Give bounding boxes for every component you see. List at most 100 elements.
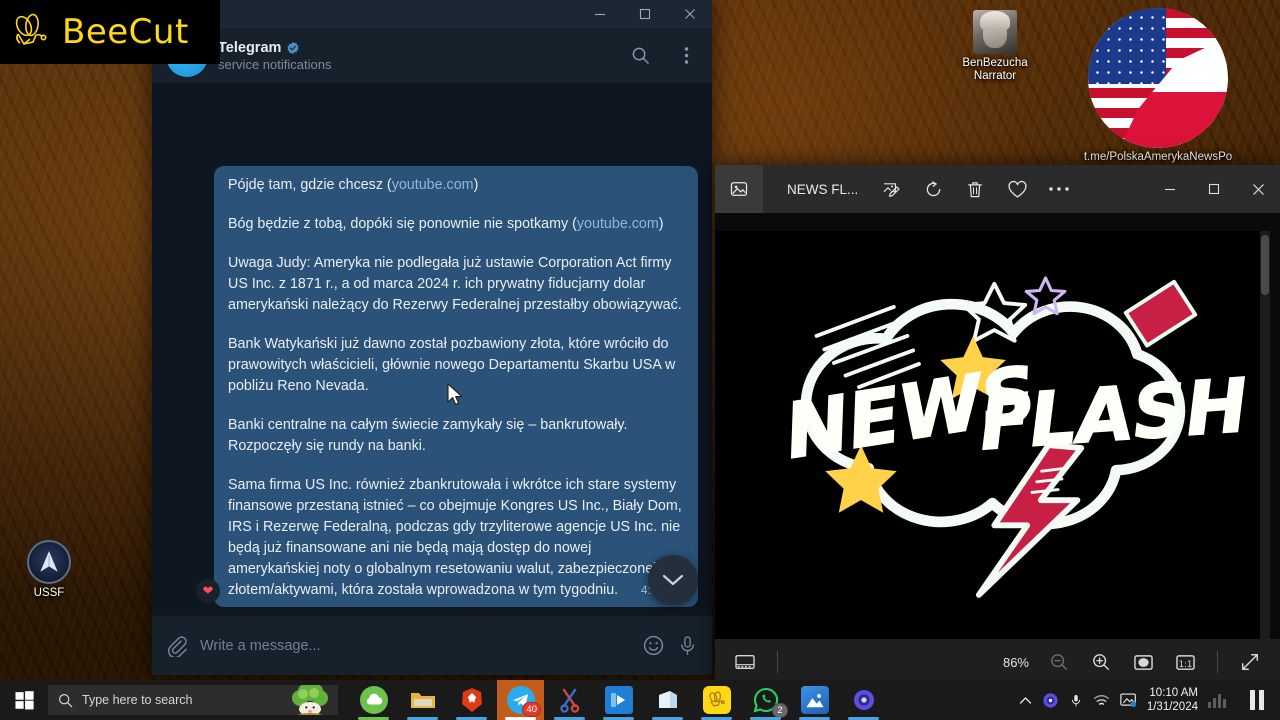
microphone-icon: [1071, 694, 1080, 707]
chat-subtitle: service notifications: [218, 56, 332, 72]
telegram-message-list[interactable]: Pójdę tam, gdzie chcesz (youtube.com) Bó…: [152, 84, 712, 615]
tray-icon-microphone[interactable]: [1069, 692, 1083, 709]
voice-message-button[interactable]: [677, 634, 698, 657]
more-options-button[interactable]: [1042, 172, 1076, 206]
photos-minimize-button[interactable]: [1148, 165, 1192, 213]
chat-search-button[interactable]: [622, 38, 658, 74]
taskbar-item-snipping-tool[interactable]: [546, 680, 593, 720]
youtube-link[interactable]: youtube.com: [392, 177, 474, 193]
desktop-icon-benbezucha[interactable]: BenBezucha Narrator: [952, 10, 1038, 83]
bottom-divider: [777, 651, 778, 673]
zoom-in-button[interactable]: [1083, 646, 1119, 678]
message-composer[interactable]: Write a message...: [152, 615, 712, 675]
displayed-image[interactable]: NEWS FLASH: [715, 231, 1270, 639]
desktop-icon-label: USSF: [33, 587, 65, 599]
actual-size-1to1-icon: 1:1: [1175, 654, 1195, 670]
edit-image-button[interactable]: [874, 172, 908, 206]
taskbar-item-file-explorer[interactable]: [399, 680, 446, 720]
paragraph-text-after: ): [658, 216, 664, 232]
minimize-icon: [1165, 188, 1175, 191]
photos-toolbar: [874, 172, 1076, 206]
message-paragraph: Sama firma US Inc. również zbankrutowała…: [228, 477, 682, 598]
taskbar-clock[interactable]: 10:10 AM 1/31/2024: [1147, 686, 1198, 714]
mouse-pointer-icon: [447, 383, 464, 412]
telegram-close-button[interactable]: [667, 0, 712, 28]
clock-date: 1/31/2024: [1146, 701, 1198, 713]
taskbar-item-media-player[interactable]: [595, 680, 642, 720]
delete-button[interactable]: [958, 172, 992, 206]
pause-button[interactable]: [1234, 680, 1280, 720]
wifi-icon: [1093, 694, 1109, 705]
tray-icon-network[interactable]: [1093, 693, 1110, 708]
heart-reaction-icon[interactable]: ❤: [196, 579, 220, 603]
chat-title-block: Telegram service notifications: [218, 40, 612, 72]
photos-window: NEWS FL... NEWS FLASH 86% 1:1: [715, 165, 1280, 685]
telegram-maximize-button[interactable]: [622, 0, 667, 28]
tray-icon-browser[interactable]: [1042, 692, 1059, 709]
rotate-button[interactable]: [916, 172, 950, 206]
taskbar-item-brave-browser[interactable]: [448, 680, 495, 720]
taskbar-item-telegram[interactable]: 40: [497, 680, 544, 720]
zoom-out-button[interactable]: [1041, 646, 1077, 678]
fit-to-window-button[interactable]: [1125, 646, 1161, 678]
news-flash-svg: NEWS FLASH: [779, 276, 1252, 599]
bee-icon: [15, 13, 47, 45]
circle-browser-icon: [850, 686, 878, 714]
taskbar-item-photos[interactable]: [791, 680, 838, 720]
message-paragraph: Uwaga Judy: Ameryka nie podlegała już us…: [228, 255, 682, 313]
tray-icon-action-center[interactable]: [1120, 692, 1137, 708]
taskbar-item-beecut[interactable]: [693, 680, 740, 720]
microphone-icon: [681, 636, 694, 655]
photos-canvas[interactable]: NEWS FLASH: [715, 213, 1280, 639]
desktop-icon-telegram-channel[interactable]: t.me/PolskaAmerykaNewsPo: [1078, 8, 1238, 164]
photos-app-icon: [800, 686, 829, 714]
emoji-button[interactable]: [642, 634, 665, 657]
taskbar-item-whatsapp[interactable]: 2: [742, 680, 789, 720]
actual-size-button[interactable]: 1:1: [1167, 646, 1203, 678]
youtube-link[interactable]: youtube.com: [577, 216, 659, 232]
photos-close-button[interactable]: [1236, 165, 1280, 213]
photos-scrollbar[interactable]: [1260, 231, 1270, 639]
portrait-hair: [980, 11, 1010, 32]
photos-maximize-button[interactable]: [1192, 165, 1236, 213]
chat-menu-button[interactable]: [668, 38, 704, 74]
maximize-icon: [1208, 183, 1220, 195]
start-button[interactable]: [0, 680, 48, 720]
message-input[interactable]: Write a message...: [200, 638, 630, 654]
kebab-menu-icon: [684, 47, 688, 64]
taskbar-item-cloud-drive[interactable]: [350, 680, 397, 720]
telegram-chat-header[interactable]: Telegram service notifications: [152, 28, 712, 84]
telegram-minimize-button[interactable]: [577, 0, 622, 28]
favorite-button[interactable]: [1000, 172, 1034, 206]
bottom-divider-2: [1217, 651, 1218, 673]
taskbar-item-browser[interactable]: [840, 680, 887, 720]
zoom-level-label: 86%: [1002, 654, 1029, 670]
taskbar-item-microsoft-store[interactable]: [644, 680, 691, 720]
scroll-to-bottom-button[interactable]: [648, 555, 698, 605]
chat-title: Telegram: [218, 39, 282, 56]
photos-titlebar[interactable]: NEWS FL...: [715, 165, 1280, 213]
desktop-icon-ussf[interactable]: USSF: [6, 540, 92, 600]
taskbar-search-box[interactable]: Type here to search: [48, 685, 338, 715]
search-icon: [58, 693, 73, 707]
message-scroll-area[interactable]: Pójdę tam, gdzie chcesz (youtube.com) Bó…: [152, 84, 712, 615]
filmstrip-icon: [735, 655, 755, 669]
play-media-icon: [604, 686, 633, 714]
scissors-icon: [556, 686, 584, 714]
news-flash-artwork: NEWS FLASH: [715, 231, 1270, 639]
ussf-thumbnail: [27, 540, 71, 584]
fullscreen-button[interactable]: [1232, 646, 1268, 678]
photos-scrollbar-thumb[interactable]: [1261, 235, 1269, 295]
circle-browser-icon: [1043, 692, 1058, 708]
filmstrip-button[interactable]: [727, 646, 763, 678]
photos-bottom-bar: 86% 1:1: [715, 639, 1280, 685]
desktop-screen: BeeCut USSF BenBezucha Narrator t.me/Pol…: [0, 0, 1280, 720]
telegram-titlebar[interactable]: [152, 0, 712, 28]
paperclip-icon: [168, 635, 187, 657]
delta-glyph: [40, 551, 58, 572]
attach-button[interactable]: [166, 635, 188, 657]
smiley-icon: [643, 635, 664, 656]
desktop-icon-label-line1: BenBezucha: [962, 57, 1028, 69]
search-input[interactable]: Type here to search: [82, 693, 192, 707]
show-hidden-icons-button[interactable]: [1019, 696, 1032, 705]
